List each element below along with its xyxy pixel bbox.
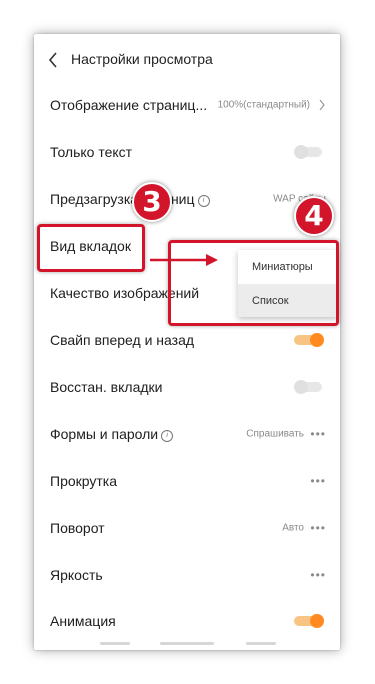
highlight-tab-view xyxy=(37,224,145,272)
row-page-display[interactable]: Отображение страниц... 100%(стандартный) xyxy=(34,82,340,128)
row-rotation[interactable]: Поворот Авто ••• xyxy=(34,505,340,551)
page-title: Настройки просмотра xyxy=(71,51,213,67)
row-brightness[interactable]: Яркость ••• xyxy=(34,552,340,598)
row-text-only: Только текст xyxy=(34,129,340,175)
arrow-icon xyxy=(150,254,218,266)
more-dots-icon: ••• xyxy=(310,521,326,535)
step-badge-3: 3 xyxy=(132,182,172,222)
row-forms-passwords[interactable]: Формы и пароли i Спрашивать ••• xyxy=(34,411,340,457)
row-scrolling-label: Прокрутка xyxy=(50,473,118,489)
more-dots-icon: ••• xyxy=(310,427,326,441)
settings-card: Настройки просмотра Отображение страниц.… xyxy=(34,34,340,650)
row-scrolling[interactable]: Прокрутка ••• xyxy=(34,458,340,504)
more-dots-icon: ••• xyxy=(310,568,326,582)
gesture-bar xyxy=(34,636,340,650)
chevron-right-icon xyxy=(319,99,325,111)
text-only-toggle[interactable] xyxy=(294,145,324,159)
more-dots-icon: ••• xyxy=(310,474,326,488)
row-forms-passwords-label: Формы и пароли i xyxy=(50,426,174,442)
row-swipe-label: Свайп вперед и назад xyxy=(50,332,195,348)
row-preload-label: Предзагрузка страниц i xyxy=(50,191,210,207)
swipe-toggle[interactable] xyxy=(294,333,324,347)
animation-toggle[interactable] xyxy=(294,614,324,628)
step-badge-4: 4 xyxy=(294,196,334,236)
row-page-display-label: Отображение страниц... xyxy=(50,97,208,113)
row-text-only-label: Только текст xyxy=(50,144,133,160)
info-icon: i xyxy=(197,195,210,207)
row-restore-tabs: Восстан. вкладки xyxy=(34,364,340,410)
restore-tabs-toggle[interactable] xyxy=(294,380,324,394)
row-brightness-label: Яркость xyxy=(50,567,103,583)
row-animation-label: Анимация xyxy=(50,613,116,629)
row-rotation-value: Авто xyxy=(282,522,304,534)
row-restore-tabs-label: Восстан. вкладки xyxy=(50,379,163,395)
row-rotation-label: Поворот xyxy=(50,520,105,536)
back-arrow-icon[interactable] xyxy=(48,52,58,68)
row-page-display-value: 100%(стандартный) xyxy=(217,99,310,111)
row-forms-passwords-value: Спрашивать xyxy=(246,428,304,440)
header: Настройки просмотра xyxy=(34,34,340,86)
info-icon: i xyxy=(161,430,174,442)
